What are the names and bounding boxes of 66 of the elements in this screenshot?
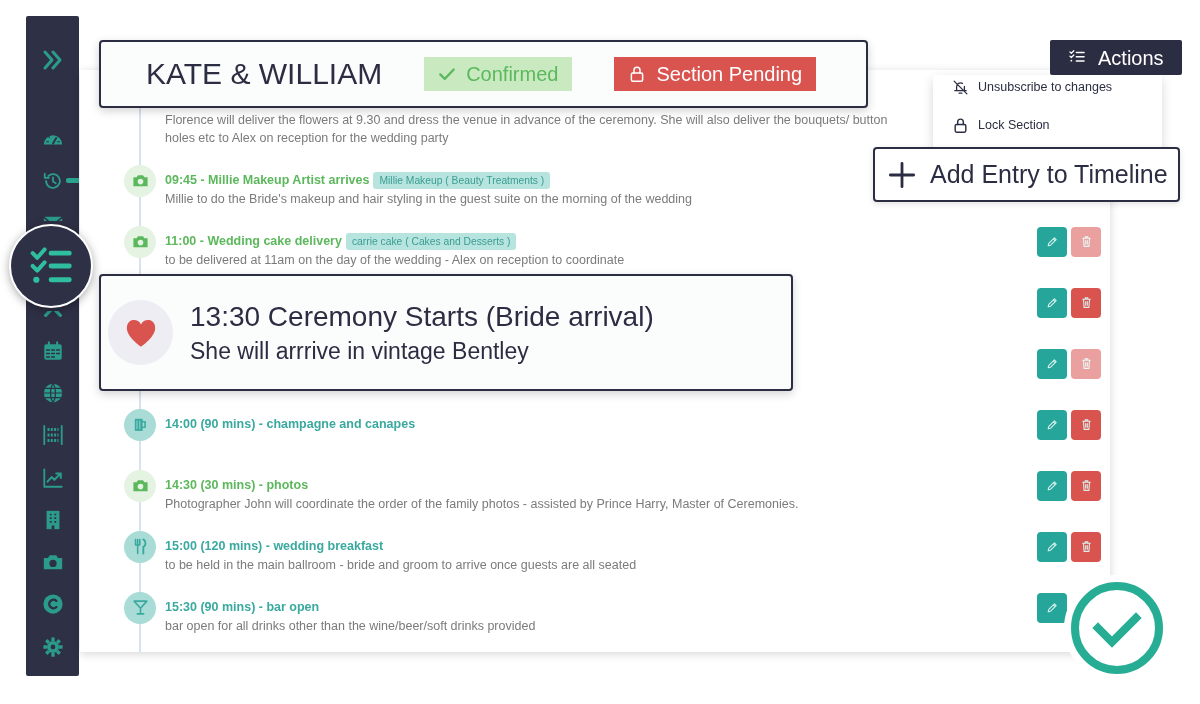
entry-title: 09:45 - Millie Makeup Artist arrives (165, 172, 370, 189)
status-label: Confirmed (466, 62, 559, 87)
entry-description: Florence will deliver the flowers at 9.30 and dress the venue in advance of the ceremony. She will also deliver the bouquets/ button holes etc to Alex on reception for the wedding party (165, 112, 889, 147)
letter-c-icon[interactable] (41, 593, 64, 616)
settings-icon[interactable] (41, 635, 64, 658)
pencil-icon (1045, 540, 1059, 553)
abacus-icon[interactable] (41, 424, 64, 447)
entry-description: bar open for all drinks other than the wine/beer/soft drinks provided (165, 618, 537, 635)
pencil-icon (1045, 235, 1059, 248)
status-label: Section Pending (656, 62, 803, 87)
calendar-icon[interactable] (41, 339, 64, 362)
pencil-icon (1045, 296, 1059, 309)
pencil-icon (1045, 601, 1059, 614)
selected-nav-item[interactable] (9, 224, 93, 309)
entry-description: Millie to do the Bride's makeup and hair styling in the guest suite on the morning of the wedding (165, 191, 693, 208)
pencil-icon (1045, 418, 1059, 431)
cocktail-glass-icon (124, 591, 156, 624)
entry-title: 14:00 (90 mins) - champagne and canapes (165, 416, 416, 433)
trash-icon (1079, 357, 1093, 370)
delete-button[interactable] (1071, 531, 1101, 562)
bell-slash-icon (952, 78, 969, 96)
trash-icon (1079, 296, 1093, 309)
edit-button[interactable] (1037, 409, 1067, 440)
page-title: KATE & WILLIAM (146, 56, 383, 92)
highlight-title: 13:30 Ceremony Starts (Bride arrival) (190, 299, 654, 334)
entry-title: 15:30 (90 mins) - bar open (165, 599, 320, 616)
edit-button[interactable] (1037, 287, 1067, 318)
crossed-tools-bottom-icon[interactable] (41, 311, 64, 320)
entry-title: 11:00 - Wedding cake delivery (165, 233, 342, 250)
edit-button[interactable] (1037, 592, 1067, 623)
check-circle-icon (1071, 582, 1163, 674)
padlock-icon (952, 116, 969, 134)
highlight-subtitle: She will arrrive in vintage Bentley (190, 336, 530, 366)
globe-icon[interactable] (41, 381, 64, 404)
pencil-icon (1045, 357, 1059, 370)
camera-icon (124, 469, 156, 502)
entry-description: to be held in the main ballroom - bride and groom to arrive once guests are all seated (165, 557, 638, 574)
delete-button[interactable] (1071, 287, 1101, 318)
pencil-icon (1045, 479, 1059, 492)
supplier-tag: carrie cake ( Cakes and Desserts ) (345, 233, 517, 250)
edit-button[interactable] (1037, 531, 1067, 562)
supplier-tag: Millie Makeup ( Beauty Treatments ) (373, 172, 551, 189)
menu-item[interactable]: Unsubscribe to changes (933, 75, 1113, 99)
mug-icon (124, 408, 156, 441)
camera-icon (124, 225, 156, 258)
line-chart-icon[interactable] (41, 466, 64, 489)
add-entry-button[interactable]: Add Entry to Timeline (873, 147, 1180, 202)
trash-icon (1079, 418, 1093, 431)
delete-button[interactable] (1071, 470, 1101, 501)
trash-icon (1079, 540, 1093, 553)
camera-icon (124, 164, 156, 197)
edit-button[interactable] (1037, 226, 1067, 257)
check-icon (438, 65, 457, 83)
entry-title: 15:00 (120 mins) - wedding breakfast (165, 538, 384, 555)
plus-icon (888, 160, 916, 189)
edit-button[interactable] (1037, 348, 1067, 379)
trash-icon (1079, 479, 1093, 492)
entry-title: 14:30 (30 mins) - photos (165, 477, 309, 494)
trash-icon (1079, 235, 1093, 248)
edit-button[interactable] (1037, 470, 1067, 501)
entry-description: to be delivered at 11am on the day of the wedding - Alex on reception to coordinate (165, 252, 626, 269)
delete-button[interactable] (1071, 409, 1101, 440)
entry-description: Photographer John will coordinate the order of the family photos - assisted by Prince Harry, Master of Ceremonies. (165, 496, 800, 513)
menu-item[interactable]: Lock Section (933, 113, 1050, 137)
actions-button[interactable]: Actions (1050, 40, 1182, 75)
fork-knife-icon (124, 530, 156, 563)
